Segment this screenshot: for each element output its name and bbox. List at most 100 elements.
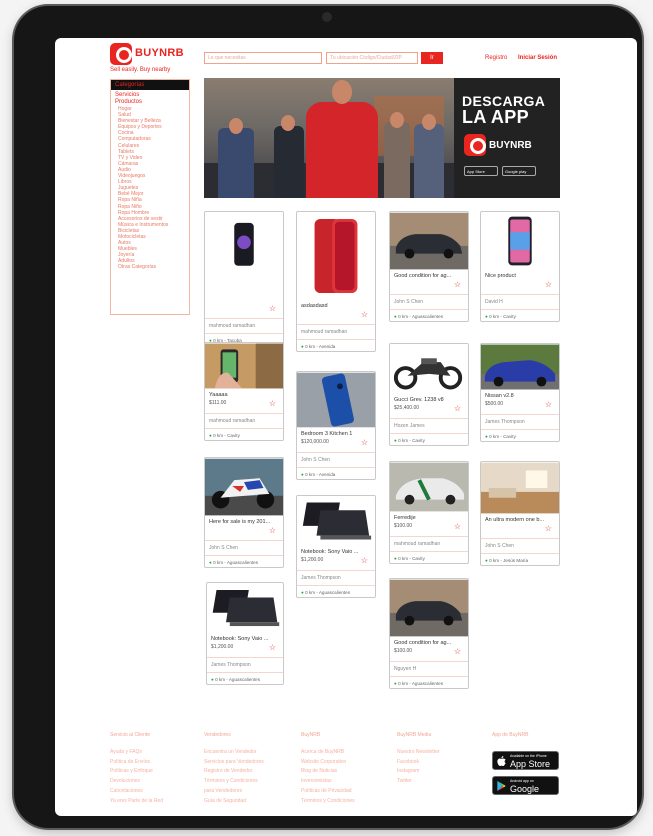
site-logo[interactable]: BUYNRB Sell easily. Buy nearby xyxy=(110,43,190,73)
listing-user[interactable]: John S Chen xyxy=(297,453,375,463)
listing-user[interactable]: mahmoud ramadhan xyxy=(205,319,283,329)
listing-title[interactable]: Nice product xyxy=(481,270,559,279)
footer-link[interactable]: Instagram xyxy=(397,767,440,777)
favorite-star-icon[interactable]: ☆ xyxy=(269,305,276,313)
favorite-star-icon[interactable]: ☆ xyxy=(545,281,552,289)
listing-title[interactable]: Good condition for ag... xyxy=(390,270,468,279)
phone-color-icon[interactable] xyxy=(481,212,559,270)
banner-app-store-badge[interactable]: App Store xyxy=(464,166,498,176)
favorite-star-icon[interactable]: ☆ xyxy=(269,644,276,652)
phone-dark-icon[interactable] xyxy=(205,212,283,300)
listing-user[interactable]: John S Chen xyxy=(390,295,468,305)
sportbike-icon[interactable] xyxy=(205,458,283,516)
google-play-button[interactable]: Android app on Google play xyxy=(492,776,559,804)
listing-card[interactable]: Bedroom 3 Kitchen 1 $120,000.00 ☆ John S Ch… xyxy=(296,371,376,480)
listing-title[interactable]: An ultra modern one b... xyxy=(481,514,559,523)
app-download-banner[interactable]: DESCARGA LA APP BUYNRB App Store Google p… xyxy=(204,78,560,198)
footer-link[interactable]: Términos y Condiciones xyxy=(204,777,264,787)
favorite-star-icon[interactable]: ☆ xyxy=(361,439,368,447)
listing-card[interactable]: Nissan v2.8 $500.00 ☆ James Thompson ● 0 km … xyxy=(480,343,560,442)
favorite-star-icon[interactable]: ☆ xyxy=(269,527,276,535)
phone-red-icon[interactable] xyxy=(297,212,375,300)
motorcycle-icon[interactable] xyxy=(390,344,468,394)
listing-title[interactable]: Yaaaaa xyxy=(205,389,283,398)
car-icon[interactable] xyxy=(390,212,468,270)
footer-link[interactable]: para Vendedores xyxy=(204,787,264,797)
listing-user[interactable]: David H xyxy=(481,295,559,305)
banner-google-play-badge[interactable]: Google play xyxy=(502,166,536,176)
listing-card[interactable]: Notebook: Sony Vaio ... $1,200.00 ☆ James T… xyxy=(296,495,376,598)
room-icon[interactable] xyxy=(481,462,559,514)
listing-user[interactable]: James Thompson xyxy=(207,658,283,668)
listing-card[interactable]: Here for sale is my 201... ☆ John S Chen ● … xyxy=(204,457,284,568)
favorite-star-icon[interactable]: ☆ xyxy=(361,311,368,319)
footer-link[interactable]: Acerca de BuyNRB xyxy=(301,748,355,758)
listing-title[interactable]: Ferredije xyxy=(390,512,468,521)
favorite-star-icon[interactable]: ☆ xyxy=(545,525,552,533)
listing-title[interactable]: Good condition for ag... xyxy=(390,637,468,646)
listing-card[interactable]: asdasdasd ☆ mahmoud ramadhan ● 0 km - Aveni… xyxy=(296,211,376,352)
listing-card[interactable]: Notebook: Sony Vaio ... $1,200.00 ☆ James T… xyxy=(206,582,284,685)
category-item[interactable]: Otras Categorías xyxy=(115,264,185,270)
listing-title[interactable]: Notebook: Sony Vaio ... xyxy=(207,633,283,642)
listing-card[interactable]: Ferredije $100.00 ☆ mahmoud ramadhan ● 0 km … xyxy=(389,461,469,564)
favorite-star-icon[interactable]: ☆ xyxy=(269,400,276,408)
phone-hand-icon[interactable] xyxy=(205,343,283,389)
footer-link[interactable]: Ayuda y FAQs xyxy=(110,748,163,758)
search-input[interactable]: Lo que necesitas xyxy=(204,52,322,64)
listing-card[interactable]: Good condition for ag... $100.00 ☆ Nguyen H… xyxy=(389,578,469,689)
favorite-star-icon[interactable]: ☆ xyxy=(454,648,461,656)
listing-title[interactable]: Gucci Grev. 1238 v8 xyxy=(390,394,468,403)
listing-card[interactable]: An ultra modern one b... ☆ John S Chen ● 0 … xyxy=(480,461,560,566)
footer-link[interactable]: Website Corporativo xyxy=(301,758,355,768)
footer-link[interactable]: Términos y Condiciones xyxy=(301,797,355,807)
footer-link[interactable]: Blog de Noticias xyxy=(301,767,355,777)
listing-user[interactable]: Hozen James xyxy=(390,419,468,429)
listing-title[interactable]: Bedroom 3 Kitchen 1 xyxy=(297,428,375,437)
laptop-icon[interactable] xyxy=(297,496,375,546)
listing-user[interactable]: John S Chen xyxy=(205,541,283,551)
footer-link[interactable]: Twitter xyxy=(397,777,440,787)
favorite-star-icon[interactable]: ☆ xyxy=(361,557,368,565)
footer-link[interactable]: Inversionistas xyxy=(301,777,355,787)
footer-link[interactable]: Política de Envíos xyxy=(110,758,163,768)
footer-link[interactable]: Facebook xyxy=(397,758,440,768)
car-icon[interactable] xyxy=(390,579,468,637)
favorite-star-icon[interactable]: ☆ xyxy=(454,281,461,289)
location-input[interactable]: Tu ubicación Código/Ciudad/ZIP xyxy=(326,52,418,64)
listing-card[interactable]: Gucci Grev. 1238 v8 $25,400.00 ☆ Hozen Jame… xyxy=(389,343,469,446)
sportscar-icon[interactable] xyxy=(390,462,468,512)
laptop-icon[interactable] xyxy=(207,583,283,633)
phone-blue-icon[interactable] xyxy=(297,372,375,428)
listing-user[interactable]: James Thompson xyxy=(481,415,559,425)
favorite-star-icon[interactable]: ☆ xyxy=(545,401,552,409)
listing-user[interactable]: mahmoud ramadhan xyxy=(297,325,375,335)
listing-user[interactable]: James Thompson xyxy=(297,571,375,581)
login-link[interactable]: Iniciar Sesión xyxy=(518,55,557,61)
footer-link[interactable]: Encuentra un Vendedor xyxy=(204,748,264,758)
listing-user[interactable]: mahmoud ramadhan xyxy=(205,414,283,424)
listing-card[interactable]: Good condition for ag... ☆ John S Chen ● 0 … xyxy=(389,211,469,322)
category-servicios[interactable]: Servicios xyxy=(115,92,185,99)
register-link[interactable]: Registro xyxy=(485,55,507,61)
footer-link[interactable]: Cancelaciones xyxy=(110,787,163,797)
search-button[interactable]: Ir xyxy=(421,52,443,64)
listing-card[interactable]: Nice product ☆ David H ● 0 km - Cavity xyxy=(480,211,560,322)
listing-card[interactable]: ☆ mahmoud ramadhan ● 0 km - Tacuba xyxy=(204,211,284,346)
footer-link[interactable]: Ya eres Parte de la Red xyxy=(110,797,163,807)
listing-user[interactable]: John S Chen xyxy=(481,539,559,549)
footer-link[interactable]: Registro de Vendedor xyxy=(204,767,264,777)
category-productos[interactable]: Productos xyxy=(115,99,185,106)
listing-card[interactable]: Yaaaaa $111.00 ☆ mahmoud ramadhan ● 0 km - C… xyxy=(204,342,284,441)
footer-link[interactable]: Nuestro Newsletter xyxy=(397,748,440,758)
listing-user[interactable]: Nguyen H xyxy=(390,662,468,672)
footer-link[interactable]: Políticas de Privacidad xyxy=(301,787,355,797)
listing-user[interactable]: mahmoud ramadhan xyxy=(390,537,468,547)
footer-link[interactable]: Devoluciones xyxy=(110,777,163,787)
favorite-star-icon[interactable]: ☆ xyxy=(454,523,461,531)
footer-link[interactable]: Servicios para Vendedores xyxy=(204,758,264,768)
favorite-star-icon[interactable]: ☆ xyxy=(454,405,461,413)
footer-link[interactable]: Políticas y Enfoque xyxy=(110,767,163,777)
car-blue-icon[interactable] xyxy=(481,344,559,390)
listing-title[interactable]: Notebook: Sony Vaio ... xyxy=(297,546,375,555)
